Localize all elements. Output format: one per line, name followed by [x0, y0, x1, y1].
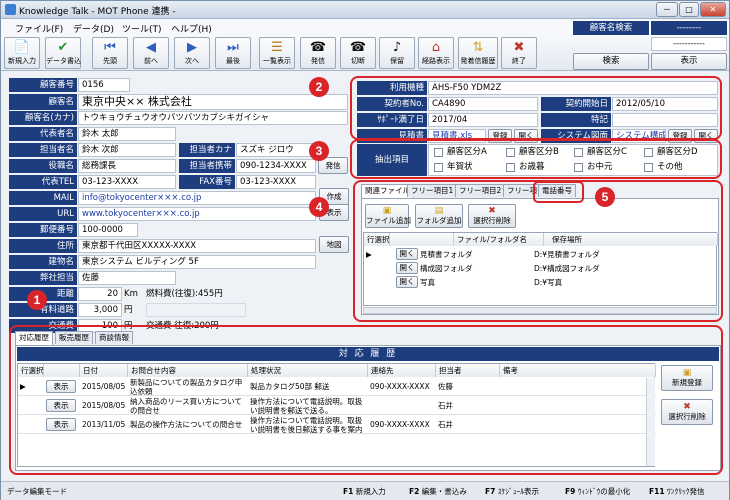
callout-box-3	[350, 139, 722, 179]
exit-icon: ✖	[513, 40, 525, 55]
distance-field[interactable]: 20	[78, 287, 122, 301]
menu-help[interactable]: ヘルプ(H)	[171, 22, 212, 35]
badge-3: 3	[309, 141, 329, 161]
building-label: 建物名	[9, 255, 77, 269]
call-history-icon: ⇅	[472, 40, 484, 55]
badge-5: 5	[595, 187, 615, 207]
toll-extra-field	[146, 303, 246, 317]
person-kana-field[interactable]: スズキ ジロウ	[236, 143, 316, 157]
badge-2: 2	[309, 77, 329, 97]
address-label: 住所	[9, 239, 77, 253]
mobile-label: 担当者携帯	[179, 159, 235, 173]
display-button[interactable]: 表示	[651, 53, 727, 70]
data-write-button[interactable]: ✔ データ書込	[45, 37, 81, 69]
window-title: Knowledge Talk - MOT Phone 連携 -	[19, 7, 176, 17]
staff-field[interactable]: 佐藤	[78, 271, 176, 285]
key-f2: F2 編集・書込み	[409, 487, 467, 496]
search-button[interactable]: 検索	[573, 53, 649, 70]
list-view-button[interactable]: ☰ 一覧表示	[259, 37, 295, 69]
menu-file[interactable]: ファイル(F)	[15, 22, 63, 35]
new-entry-icon: 📄	[13, 40, 31, 55]
callout-box-2	[350, 76, 722, 140]
rep-label: 代表者名	[9, 127, 77, 141]
tel-label: 代表TEL	[9, 175, 77, 189]
distance-unit: Km	[124, 289, 138, 299]
minimize-button[interactable]: －	[656, 2, 678, 17]
toll-field[interactable]: 3,000	[78, 303, 122, 317]
first-icon: ⏮	[104, 40, 116, 55]
status-mode: データ編集モード	[7, 487, 67, 496]
key-f9: F9 ｳｨﾝﾄﾞｳの最小化	[565, 487, 631, 496]
key-f11: F11 ﾜﾝｸﾘｯｸ発信	[649, 487, 705, 496]
fax-label: FAX番号	[179, 175, 235, 189]
dial-button[interactable]: ☎ 発信	[300, 37, 336, 69]
search-result[interactable]: -----------	[651, 37, 727, 51]
position-field[interactable]: 総務課長	[78, 159, 176, 173]
toll-unit: 円	[124, 305, 133, 315]
rep-field[interactable]: 鈴木 太郎	[78, 127, 176, 141]
person-kana-label: 担当者カナ	[179, 143, 235, 157]
person-label: 担当者名	[9, 143, 77, 157]
mobile-field[interactable]: 090-1234-XXXX	[236, 159, 316, 173]
close-button[interactable]: ✕	[700, 2, 726, 17]
app-icon	[5, 4, 16, 15]
data-write-icon: ✔	[57, 40, 69, 55]
url-field[interactable]: www.tokyocenter×××.co.jp	[78, 207, 316, 221]
route-button[interactable]: ⌂ 経路表示	[418, 37, 454, 69]
call-history-button[interactable]: ⇅ 発着信履歴	[458, 37, 498, 69]
customer-no-label: 顧客番号	[9, 78, 77, 92]
title-bar: Knowledge Talk - MOT Phone 連携 - － □ ✕	[1, 1, 729, 19]
customer-no-field[interactable]: 0156	[78, 78, 130, 92]
position-label: 役職名	[9, 159, 77, 173]
zip-label: 郵便番号	[9, 223, 77, 237]
hold-icon: ♪	[392, 40, 402, 55]
menu-tools[interactable]: ツール(T)	[122, 22, 162, 35]
url-label: URL	[9, 207, 77, 221]
menu-data[interactable]: データ(D)	[73, 22, 114, 35]
first-button[interactable]: ⏮ 先頭	[92, 37, 128, 69]
building-field[interactable]: 東京システム ビルディング 5F	[78, 255, 316, 269]
address-field[interactable]: 東京都千代田区XXXXX-XXXX	[78, 239, 316, 253]
prev-icon: ◀	[146, 40, 156, 55]
key-f1: F1 新規入力	[343, 487, 386, 496]
key-f7: F7 ｽｹｼﾞｭｰﾙ表示	[485, 487, 539, 496]
search-input[interactable]: --------	[651, 21, 727, 35]
search-label: 顧客名検索	[573, 21, 649, 35]
staff-label: 弊社担当	[9, 271, 77, 285]
dial-icon: ☎	[309, 40, 327, 55]
customer-kana-label: 顧客名(カナ)	[9, 111, 77, 125]
mail-label: MAIL	[9, 191, 77, 205]
fax-field[interactable]: 03-123-XXXX	[236, 175, 316, 189]
next-button[interactable]: ▶ 次へ	[174, 37, 210, 69]
customer-name-field[interactable]: 東京中央×× 株式会社	[78, 94, 348, 110]
prev-button[interactable]: ◀ 前へ	[133, 37, 169, 69]
map-button[interactable]: 地図	[319, 236, 349, 253]
list-view-icon: ☰	[271, 40, 283, 55]
customer-kana-field[interactable]: トウキョウチュウオウバツバツカブシキガイシャ	[78, 111, 348, 125]
callout-box-5	[533, 181, 584, 203]
badge-4: 4	[309, 197, 329, 217]
fuel-note: 燃料費(往復):455円	[146, 289, 223, 299]
route-icon: ⌂	[431, 40, 441, 55]
hangup-icon: ☎	[349, 40, 367, 55]
exit-button[interactable]: ✖ 終了	[501, 37, 537, 69]
badge-1: 1	[27, 290, 47, 310]
app-window: Knowledge Talk - MOT Phone 連携 - － □ ✕ ファ…	[0, 0, 730, 500]
next-icon: ▶	[187, 40, 197, 55]
last-button[interactable]: ⏭ 最後	[215, 37, 251, 69]
person-field[interactable]: 鈴木 次郎	[78, 143, 176, 157]
status-bar: データ編集モード F1 新規入力 F2 編集・書込み F7 ｽｹｼﾞｭｰﾙ表示 …	[1, 481, 729, 500]
callout-box-1	[9, 325, 723, 475]
customer-name-label: 顧客名	[9, 94, 77, 110]
hold-button[interactable]: ♪ 保留	[379, 37, 415, 69]
mail-field[interactable]: info@tokyocenter×××.co.jp	[78, 191, 316, 205]
customer-search: 顧客名検索 -------- ----------- 検索 表示	[573, 21, 727, 71]
last-icon: ⏭	[227, 40, 239, 55]
hangup-button[interactable]: ☎ 切断	[340, 37, 376, 69]
new-entry-button[interactable]: 📄 新規入力	[4, 37, 40, 69]
zip-field[interactable]: 100-0000	[78, 223, 138, 237]
tel-field[interactable]: 03-123-XXXX	[78, 175, 176, 189]
maximize-button[interactable]: □	[679, 2, 699, 17]
